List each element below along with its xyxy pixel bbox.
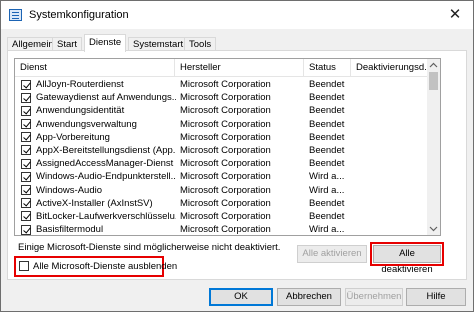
service-checkbox[interactable] — [21, 198, 31, 209]
service-row[interactable]: ActiveX-Installer (AxInstSV) Microsoft Co… — [15, 197, 427, 210]
service-row[interactable]: Gatewaydienst auf Anwendungs... Microsoft… — [15, 91, 427, 104]
help-button[interactable]: Hilfe — [406, 288, 466, 306]
ok-button[interactable]: OK — [209, 288, 273, 306]
column-header-deactivation-date[interactable]: Deaktivierungsd... — [351, 59, 427, 77]
service-checkbox[interactable] — [21, 224, 31, 235]
apply-button[interactable]: Übernehmen — [345, 288, 403, 306]
service-name: Anwendungsverwaltung — [36, 118, 137, 130]
service-vendor: Microsoft Corporation — [180, 210, 271, 222]
window-title: Systemkonfiguration — [29, 9, 129, 21]
tab-allgemein[interactable]: Allgemein — [7, 37, 59, 51]
msconfig-app-icon — [9, 9, 22, 21]
hide-microsoft-services-label[interactable]: Alle Microsoft-Dienste ausblenden — [33, 260, 177, 273]
service-name: Windows-Audio — [36, 184, 102, 196]
disable-all-button[interactable]: Alle deaktivieren — [373, 245, 441, 275]
scroll-up-arrow-icon[interactable] — [427, 59, 440, 72]
service-row[interactable]: AllJoyn-Routerdienst Microsoft Corporatio… — [15, 78, 427, 91]
service-status: Beendet — [309, 105, 345, 117]
service-vendor: Microsoft Corporation — [180, 184, 271, 196]
service-vendor: Microsoft Corporation — [180, 92, 271, 104]
service-status: Beendet — [309, 118, 345, 130]
service-name: Anwendungsidentität — [36, 105, 125, 117]
service-status: Wird a... — [309, 184, 345, 196]
service-vendor: Microsoft Corporation — [180, 105, 271, 117]
service-vendor: Microsoft Corporation — [180, 197, 271, 209]
service-status: Beendet — [309, 197, 345, 209]
service-vendor: Microsoft Corporation — [180, 158, 271, 170]
service-row[interactable]: Windows-Audio Microsoft Corporation Wird a… — [15, 184, 427, 197]
hide-microsoft-services-checkbox[interactable] — [19, 261, 29, 271]
services-list[interactable]: Dienst Hersteller Status Deaktivierungsd… — [14, 58, 441, 236]
service-row[interactable]: BitLocker-Laufwerkverschlüsselu... Micros… — [15, 210, 427, 223]
service-checkbox[interactable] — [21, 105, 31, 116]
service-name: BitLocker-Laufwerkverschlüsselu... — [36, 210, 176, 222]
service-name: Gatewaydienst auf Anwendungs... — [36, 92, 176, 104]
close-icon[interactable]: ✕ — [443, 5, 467, 25]
service-checkbox[interactable] — [21, 79, 31, 90]
service-name: Basisfiltermodul — [36, 224, 104, 236]
enable-all-button[interactable]: Alle aktivieren — [297, 245, 367, 263]
service-checkbox[interactable] — [21, 119, 31, 130]
tab-systemstart[interactable]: Systemstart — [128, 37, 189, 51]
service-name: AppX-Bereitstellungsdienst (App... — [36, 144, 176, 156]
service-status: Wird a... — [309, 224, 345, 236]
system-configuration-window: Systemkonfiguration ✕ Allgemein Start Di… — [0, 0, 474, 312]
scrollbar-thumb[interactable] — [429, 72, 438, 90]
column-header-dienst[interactable]: Dienst — [15, 59, 175, 77]
list-body: AllJoyn-Routerdienst Microsoft Corporatio… — [15, 78, 427, 236]
tab-strip: Allgemein Start Dienste Systemstart Tool… — [7, 34, 467, 52]
service-checkbox[interactable] — [21, 158, 31, 169]
service-row[interactable]: AppX-Bereitstellungsdienst (App... Micros… — [15, 144, 427, 157]
service-status: Beendet — [309, 92, 345, 104]
service-row[interactable]: App-Vorbereitung Microsoft Corporation Bee… — [15, 131, 427, 144]
service-name: ActiveX-Installer (AxInstSV) — [36, 197, 153, 209]
service-status: Wird a... — [309, 171, 345, 183]
service-row[interactable]: Anwendungsverwaltung Microsoft Corporatio… — [15, 118, 427, 131]
tab-start[interactable]: Start — [52, 37, 83, 51]
service-name: AllJoyn-Routerdienst — [36, 79, 124, 90]
tab-tools[interactable]: Tools — [184, 37, 217, 51]
service-vendor: Microsoft Corporation — [180, 144, 271, 156]
service-status: Beendet — [309, 210, 345, 222]
service-vendor: Microsoft Corporation — [180, 79, 271, 90]
service-checkbox[interactable] — [21, 92, 31, 103]
service-name: Windows-Audio-Endpunkterstell... — [36, 171, 176, 183]
tab-dienste[interactable]: Dienste — [84, 34, 127, 52]
service-row[interactable]: Windows-Audio-Endpunkterstell... Microsof… — [15, 170, 427, 183]
service-vendor: Microsoft Corporation — [180, 118, 271, 130]
service-status: Beendet — [309, 131, 345, 143]
service-checkbox[interactable] — [21, 145, 31, 156]
service-row[interactable]: AssignedAccessManager-Dienst Microsoft Co… — [15, 157, 427, 170]
column-header-status[interactable]: Status — [304, 59, 351, 77]
service-name: App-Vorbereitung — [36, 131, 110, 143]
list-scrollbar[interactable] — [427, 59, 440, 235]
service-checkbox[interactable] — [21, 185, 31, 195]
service-status: Beendet — [309, 144, 345, 156]
service-vendor: Microsoft Corporation — [180, 224, 271, 236]
scroll-down-arrow-icon[interactable] — [427, 222, 440, 235]
cancel-button[interactable]: Abbrechen — [277, 288, 341, 306]
service-row[interactable]: Anwendungsidentität Microsoft Corporation… — [15, 104, 427, 117]
list-header: Dienst Hersteller Status Deaktivierungsd… — [15, 59, 427, 77]
service-checkbox[interactable] — [21, 211, 31, 222]
service-checkbox[interactable] — [21, 171, 31, 182]
service-status: Beendet — [309, 158, 345, 170]
service-status: Beendet — [309, 79, 345, 90]
service-vendor: Microsoft Corporation — [180, 131, 271, 143]
service-checkbox[interactable] — [21, 132, 31, 143]
column-header-hersteller[interactable]: Hersteller — [175, 59, 304, 77]
service-vendor: Microsoft Corporation — [180, 171, 271, 183]
title-bar: Systemkonfiguration ✕ — [1, 1, 473, 29]
info-note: Einige Microsoft-Dienste sind möglicherw… — [18, 242, 281, 253]
service-name: AssignedAccessManager-Dienst — [36, 158, 174, 170]
service-row[interactable]: Basisfiltermodul Microsoft Corporation Wir… — [15, 223, 427, 236]
